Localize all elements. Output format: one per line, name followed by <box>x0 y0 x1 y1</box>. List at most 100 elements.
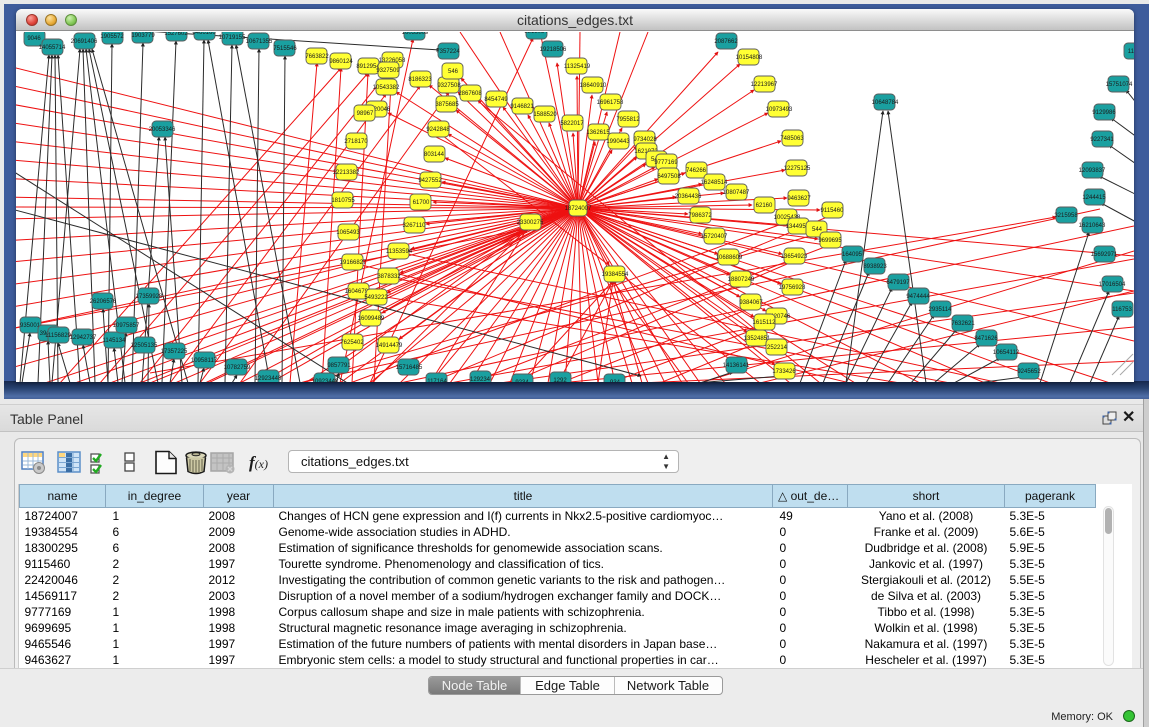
svg-text:9427552: 9427552 <box>418 178 442 184</box>
svg-text:546: 546 <box>448 69 459 75</box>
svg-text:116753: 116753 <box>1112 307 1132 313</box>
svg-text:9327508: 9327508 <box>437 83 461 89</box>
svg-text:16033809: 16033809 <box>402 32 429 36</box>
svg-text:1145134: 1145134 <box>103 338 127 344</box>
svg-text:98967: 98967 <box>357 111 374 117</box>
svg-text:6466160: 6466160 <box>192 32 216 36</box>
svg-text:10648784: 10648784 <box>872 100 899 106</box>
svg-text:7955812: 7955812 <box>616 117 640 123</box>
svg-text:12213382: 12213382 <box>333 170 360 176</box>
svg-text:1810755: 1810755 <box>331 198 355 204</box>
svg-text:3267110: 3267110 <box>403 223 427 229</box>
svg-text:23300275: 23300275 <box>517 220 544 226</box>
svg-text:9245652: 9245652 <box>1017 369 1041 375</box>
svg-text:9734028: 9734028 <box>633 137 657 143</box>
svg-text:8454749: 8454749 <box>484 97 508 103</box>
svg-text:9242848: 9242848 <box>426 127 450 133</box>
svg-text:13654923: 13654923 <box>781 254 808 260</box>
svg-text:12942737: 12942737 <box>70 335 97 341</box>
svg-text:1615112: 1615112 <box>753 320 777 326</box>
svg-text:20364436: 20364436 <box>675 194 702 200</box>
svg-text:17016504: 17016504 <box>1099 282 1126 288</box>
svg-text:10688609: 10688609 <box>716 255 743 261</box>
svg-text:16099489: 16099489 <box>358 316 385 322</box>
svg-text:16961758: 16961758 <box>597 100 624 106</box>
svg-text:15716485: 15716485 <box>396 365 423 371</box>
svg-text:1362615: 1362615 <box>586 130 610 136</box>
svg-text:9234: 9234 <box>515 380 529 382</box>
svg-text:7632621: 7632621 <box>951 321 975 327</box>
svg-text:12923448: 12923448 <box>255 376 282 382</box>
svg-text:1588520: 1588520 <box>533 112 557 118</box>
svg-text:7663822: 7663822 <box>305 54 329 60</box>
svg-text:8186323: 8186323 <box>408 77 432 83</box>
svg-text:10975857: 10975857 <box>113 323 140 329</box>
svg-text:11325419: 11325419 <box>564 64 591 70</box>
svg-text:15692971: 15692971 <box>1091 252 1118 258</box>
svg-text:544: 544 <box>812 227 823 233</box>
svg-text:7485063: 7485063 <box>780 136 804 142</box>
svg-text:14914479: 14914479 <box>376 343 403 349</box>
svg-text:9129986: 9129986 <box>1092 110 1116 116</box>
svg-text:5493222: 5493222 <box>364 295 388 301</box>
svg-text:2867608: 2867608 <box>458 91 482 97</box>
svg-text:10923448: 10923448 <box>312 379 339 382</box>
svg-text:9857791: 9857791 <box>327 363 351 369</box>
svg-text:20691406: 20691406 <box>71 39 98 45</box>
svg-text:10719155: 10719155 <box>219 35 246 41</box>
svg-text:9327509: 9327509 <box>376 68 400 74</box>
svg-text:14136141: 14136141 <box>723 363 750 369</box>
svg-text:8938923: 8938923 <box>863 264 887 270</box>
svg-text:9227341: 9227341 <box>1090 137 1114 143</box>
svg-text:19756928: 19756928 <box>779 285 806 291</box>
svg-text:7515546: 7515546 <box>273 46 297 52</box>
svg-text:10958117: 10958117 <box>191 358 218 364</box>
svg-text:7357224: 7357224 <box>436 49 460 55</box>
svg-text:12093837: 12093837 <box>1079 168 1106 174</box>
svg-text:252214: 252214 <box>767 345 788 351</box>
svg-text:1990443: 1990443 <box>606 139 630 145</box>
svg-text:8813054: 8813054 <box>524 32 548 35</box>
svg-text:12213967: 12213967 <box>751 82 778 88</box>
svg-text:129234: 129234 <box>470 377 491 382</box>
svg-text:16248514: 16248514 <box>701 180 728 186</box>
svg-text:10807487: 10807487 <box>723 190 750 196</box>
svg-text:9463627: 9463627 <box>787 196 811 202</box>
svg-text:803144: 803144 <box>424 152 445 158</box>
svg-text:8471626: 8471626 <box>974 336 998 342</box>
svg-text:9474444: 9474444 <box>906 294 930 300</box>
svg-text:9046: 9046 <box>27 36 41 42</box>
svg-text:15720407: 15720407 <box>701 234 728 240</box>
svg-text:10654112: 10654112 <box>993 350 1020 356</box>
svg-text:9146821: 9146821 <box>510 104 534 110</box>
svg-text:1065493: 1065493 <box>336 230 360 236</box>
svg-text:10154808: 10154808 <box>736 55 763 61</box>
svg-text:12505135: 12505135 <box>131 343 158 349</box>
svg-text:2718170: 2718170 <box>344 139 368 145</box>
svg-text:11156829: 11156829 <box>45 333 71 339</box>
svg-text:3878332: 3878332 <box>377 274 401 280</box>
svg-text:1905572: 1905572 <box>100 34 124 40</box>
svg-text:6479197: 6479197 <box>886 280 910 286</box>
svg-text:10782759: 10782759 <box>224 365 251 371</box>
svg-text:9699695: 9699695 <box>818 238 842 244</box>
svg-text:9860124: 9860124 <box>329 59 353 65</box>
svg-text:1112: 1112 <box>1128 49 1134 55</box>
svg-text:2935114: 2935114 <box>929 307 953 313</box>
svg-text:1527602: 1527602 <box>164 32 188 37</box>
svg-text:12275125: 12275125 <box>784 166 811 172</box>
svg-text:1292: 1292 <box>553 378 567 382</box>
svg-text:5822017: 5822017 <box>560 121 584 127</box>
svg-text:1244415: 1244415 <box>1082 195 1106 201</box>
svg-text:10671355: 10671355 <box>246 39 273 45</box>
svg-text:19218506: 19218506 <box>540 47 567 53</box>
svg-text:1733426: 1733426 <box>772 369 796 375</box>
svg-text:746266: 746266 <box>686 168 707 174</box>
svg-text:3215958: 3215958 <box>1054 213 1078 219</box>
svg-text:17359928: 17359928 <box>136 294 163 300</box>
svg-text:18724007: 18724007 <box>565 206 592 212</box>
svg-text:16210643: 16210643 <box>1079 223 1106 229</box>
svg-text:14055714: 14055714 <box>39 45 66 51</box>
svg-text:61700: 61700 <box>413 200 430 206</box>
svg-text:9115460: 9115460 <box>821 208 845 214</box>
